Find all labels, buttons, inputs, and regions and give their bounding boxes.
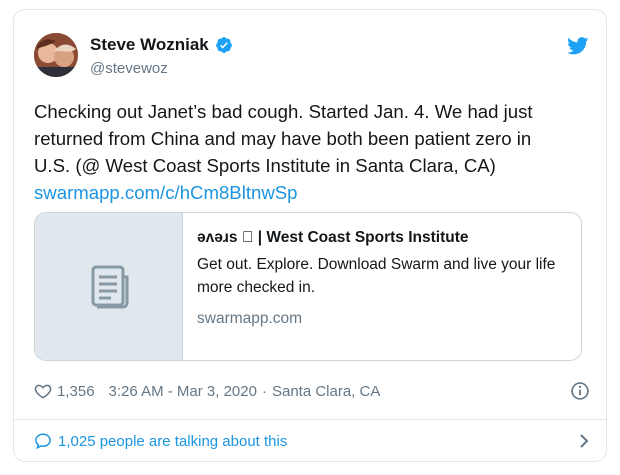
- document-icon: [91, 265, 128, 308]
- divider: [14, 419, 606, 420]
- like-count[interactable]: 1,356: [57, 383, 95, 400]
- timestamp[interactable]: 3:26 AM - Mar 3, 2020: [109, 383, 257, 400]
- conversation-link-row[interactable]: 1,025 people are talking about this: [34, 429, 590, 453]
- link-card-title: əʌəɹs  | West Coast Sports Institute: [197, 229, 469, 246]
- tweet-card: Steve Wozniak @stevewoz Checking out Jan…: [13, 9, 607, 462]
- separator-dot: ·: [261, 382, 267, 400]
- display-name[interactable]: Steve Wozniak: [90, 35, 209, 55]
- verified-badge-icon: [215, 37, 232, 53]
- chevron-right-icon[interactable]: [578, 433, 590, 449]
- info-icon[interactable]: [570, 381, 590, 401]
- tweet-link[interactable]: swarmapp.com/c/hCm8BltnwSp: [34, 179, 594, 206]
- heart-icon[interactable]: [34, 382, 52, 400]
- twitter-bird-icon[interactable]: [567, 37, 589, 55]
- tweet-meta-row: 1,356 3:26 AM - Mar 3, 2020 · Santa Clar…: [34, 379, 590, 403]
- tweet-text-line: returned from China and may have both be…: [34, 128, 532, 149]
- location[interactable]: Santa Clara, CA: [272, 383, 380, 400]
- avatar-image: [34, 33, 78, 77]
- tweet-text-line: Checking out Janet’s bad cough. Started …: [34, 101, 533, 122]
- link-preview-card[interactable]: əʌəɹs  | West Coast Sports Institute Ge…: [34, 212, 582, 361]
- link-thumbnail: [35, 213, 183, 360]
- avatar[interactable]: [34, 33, 78, 77]
- tweet-text-line: U.S. (@ West Coast Sports Institute in S…: [34, 155, 496, 176]
- speech-bubble-icon: [35, 433, 51, 450]
- conversation-count[interactable]: 1,025 people are talking about this: [58, 433, 287, 450]
- link-card-domain: swarmapp.com: [197, 310, 303, 327]
- author-name-row: Steve Wozniak: [90, 35, 233, 55]
- tweet-text: Checking out Janet’s bad cough. Started …: [34, 98, 594, 206]
- link-card-body: əʌəɹs  | West Coast Sports Institute Ge…: [183, 213, 581, 360]
- link-card-description: Get out. Explore. Download Swarm and liv…: [197, 256, 556, 296]
- handle[interactable]: @stevewoz: [90, 60, 168, 77]
